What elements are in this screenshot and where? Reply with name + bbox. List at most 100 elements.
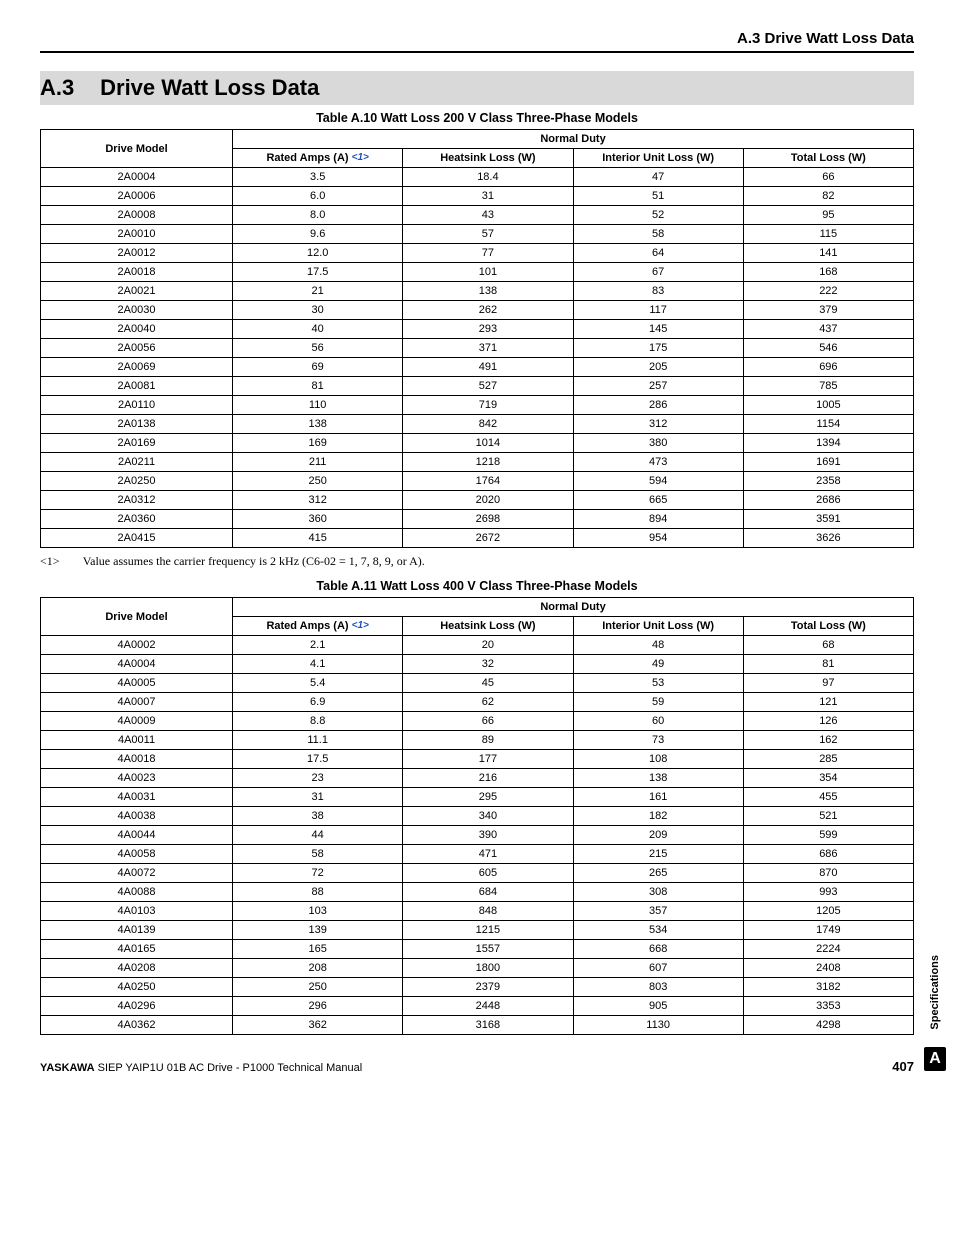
cell-interior: 308 [573, 883, 743, 902]
cell-rated: 165 [233, 940, 403, 959]
table-row: 2A001817.510167168 [41, 263, 914, 282]
table-row: 2A01381388423121154 [41, 415, 914, 434]
table-row: 4A001111.18973162 [41, 731, 914, 750]
cell-model: 4A0031 [41, 788, 233, 807]
cell-model: 4A0004 [41, 655, 233, 674]
cell-interior: 1130 [573, 1016, 743, 1035]
cell-model: 4A0362 [41, 1016, 233, 1035]
table-a11-caption: Table A.11 Watt Loss 400 V Class Three-P… [40, 579, 914, 593]
table-row: 2A00109.65758115 [41, 225, 914, 244]
cell-interior: 83 [573, 282, 743, 301]
cell-heatsink: 1764 [403, 472, 573, 491]
col-header-model: Drive Model [41, 598, 233, 636]
cell-rated: 40 [233, 320, 403, 339]
cell-model: 4A0058 [41, 845, 233, 864]
page-footer: YASKAWA SIEP YAIP1U 01B AC Drive - P1000… [40, 1059, 914, 1074]
cell-heatsink: 45 [403, 674, 573, 693]
cell-rated: 4.1 [233, 655, 403, 674]
section-title: Drive Watt Loss Data [100, 75, 319, 100]
table-row: 4A003131295161455 [41, 788, 914, 807]
table-row: 2A00043.518.44766 [41, 168, 914, 187]
table-row: 2A01101107192861005 [41, 396, 914, 415]
cell-heatsink: 89 [403, 731, 573, 750]
cell-model: 4A0005 [41, 674, 233, 693]
cell-rated: 5.4 [233, 674, 403, 693]
cell-total: 1749 [743, 921, 913, 940]
cell-heatsink: 1014 [403, 434, 573, 453]
cell-rated: 72 [233, 864, 403, 883]
cell-rated: 17.5 [233, 263, 403, 282]
cell-heatsink: 43 [403, 206, 573, 225]
cell-interior: 182 [573, 807, 743, 826]
cell-interior: 59 [573, 693, 743, 712]
cell-interior: 473 [573, 453, 743, 472]
cell-interior: 48 [573, 636, 743, 655]
cell-rated: 208 [233, 959, 403, 978]
cell-interior: 138 [573, 769, 743, 788]
table-row: 4A016516515576682224 [41, 940, 914, 959]
cell-rated: 169 [233, 434, 403, 453]
footnote-ref-1: <1> [352, 152, 369, 163]
table-row: 2A005656371175546 [41, 339, 914, 358]
cell-interior: 665 [573, 491, 743, 510]
table-row: 4A00044.1324981 [41, 655, 914, 674]
cell-interior: 58 [573, 225, 743, 244]
cell-rated: 211 [233, 453, 403, 472]
side-tab: Specifications A [924, 955, 946, 1071]
cell-total: 2358 [743, 472, 913, 491]
cell-total: 2686 [743, 491, 913, 510]
cell-rated: 69 [233, 358, 403, 377]
cell-heatsink: 471 [403, 845, 573, 864]
cell-heatsink: 66 [403, 712, 573, 731]
cell-rated: 2.1 [233, 636, 403, 655]
cell-total: 3591 [743, 510, 913, 529]
cell-rated: 6.9 [233, 693, 403, 712]
cell-interior: 209 [573, 826, 743, 845]
cell-total: 222 [743, 282, 913, 301]
cell-total: 68 [743, 636, 913, 655]
cell-total: 379 [743, 301, 913, 320]
table-row: 4A00022.1204868 [41, 636, 914, 655]
cell-interior: 108 [573, 750, 743, 769]
cell-interior: 312 [573, 415, 743, 434]
cell-rated: 110 [233, 396, 403, 415]
cell-rated: 8.8 [233, 712, 403, 731]
cell-heatsink: 57 [403, 225, 573, 244]
cell-model: 2A0006 [41, 187, 233, 206]
cell-total: 97 [743, 674, 913, 693]
table-row: 4A003838340182521 [41, 807, 914, 826]
cell-total: 162 [743, 731, 913, 750]
cell-heatsink: 848 [403, 902, 573, 921]
cell-interior: 257 [573, 377, 743, 396]
cell-total: 993 [743, 883, 913, 902]
cell-heatsink: 18.4 [403, 168, 573, 187]
cell-total: 696 [743, 358, 913, 377]
table-row: 4A008888684308993 [41, 883, 914, 902]
col-header-heatsink: Heatsink Loss (W) [403, 149, 573, 168]
col-header-rated: Rated Amps (A) <1> [233, 617, 403, 636]
cell-heatsink: 1800 [403, 959, 573, 978]
cell-interior: 607 [573, 959, 743, 978]
cell-interior: 265 [573, 864, 743, 883]
cell-model: 2A0250 [41, 472, 233, 491]
cell-model: 4A0250 [41, 978, 233, 997]
cell-rated: 21 [233, 282, 403, 301]
table-row: 2A036036026988943591 [41, 510, 914, 529]
col-header-rated: Rated Amps (A) <1> [233, 149, 403, 168]
cell-heatsink: 2379 [403, 978, 573, 997]
cell-rated: 103 [233, 902, 403, 921]
table-row: 2A00066.0315182 [41, 187, 914, 206]
cell-rated: 31 [233, 788, 403, 807]
table-row: 2A006969491205696 [41, 358, 914, 377]
cell-interior: 905 [573, 997, 743, 1016]
cell-model: 4A0208 [41, 959, 233, 978]
cell-model: 2A0004 [41, 168, 233, 187]
cell-heatsink: 101 [403, 263, 573, 282]
cell-rated: 296 [233, 997, 403, 1016]
cell-rated: 44 [233, 826, 403, 845]
footer-brand: YASKAWA [40, 1062, 95, 1074]
cell-interior: 954 [573, 529, 743, 548]
table-row: 2A031231220206652686 [41, 491, 914, 510]
cell-rated: 3.5 [233, 168, 403, 187]
cell-rated: 250 [233, 472, 403, 491]
